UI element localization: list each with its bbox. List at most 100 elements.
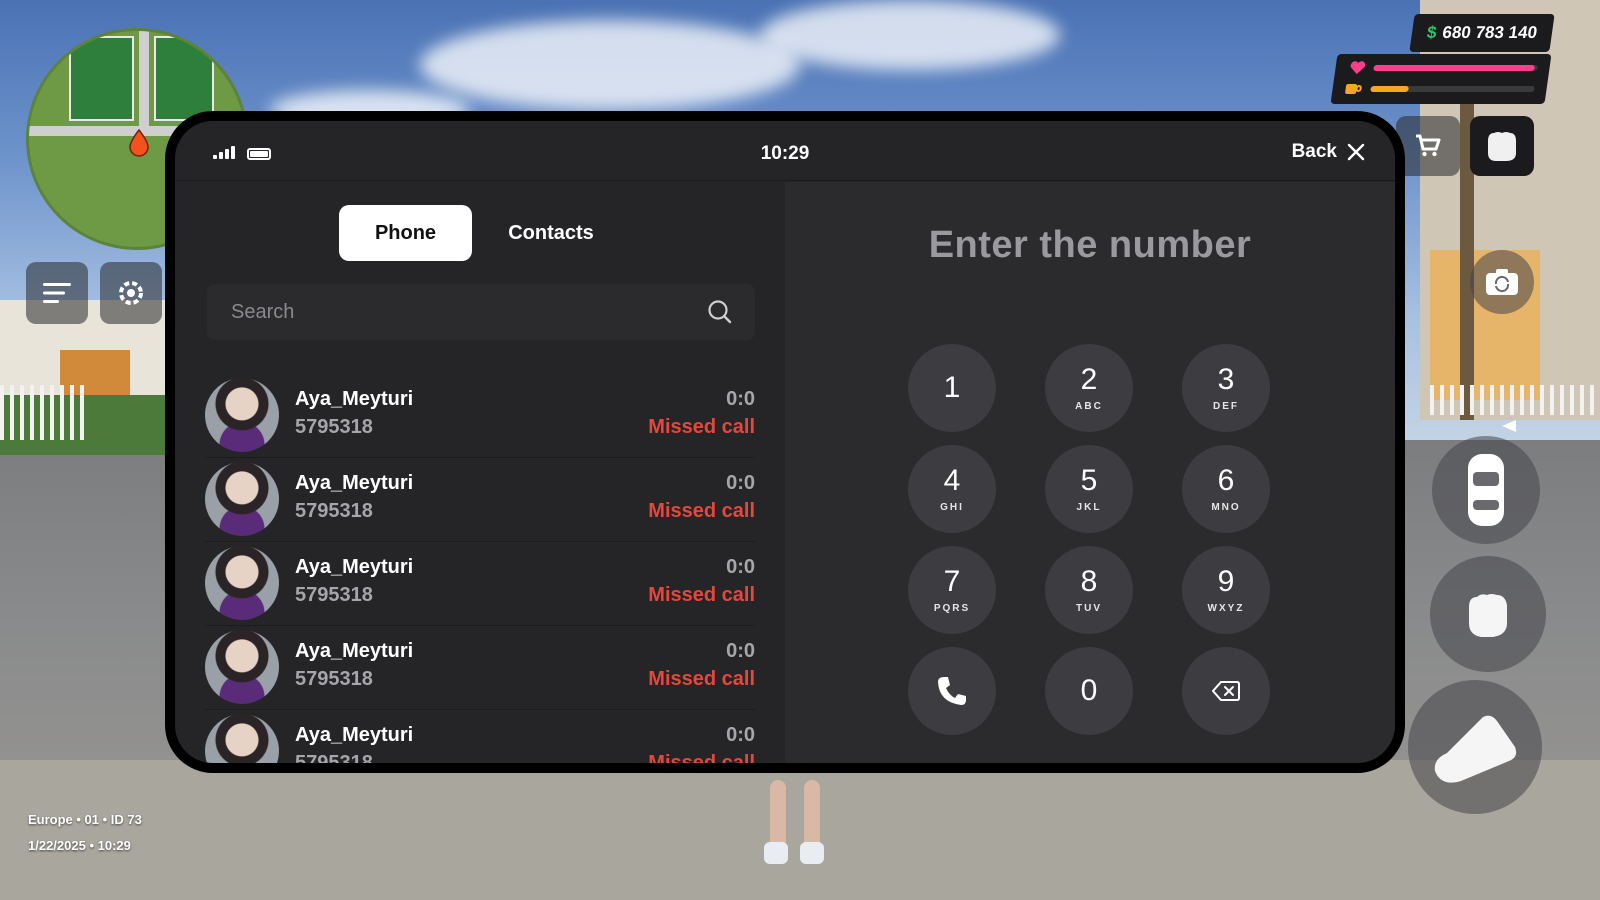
contact-avatar xyxy=(205,630,279,704)
call-button[interactable] xyxy=(908,647,996,735)
dollar-icon: $ xyxy=(1425,23,1438,42)
settings-button[interactable] xyxy=(100,262,162,324)
number-display: Enter the number xyxy=(928,224,1252,266)
direction-arrow-icon xyxy=(1502,420,1516,432)
money-display: $ 680 783 140 xyxy=(1409,14,1555,52)
call-status: Missed call xyxy=(648,416,755,438)
weapon-slot[interactable] xyxy=(1470,116,1534,176)
phone-icon xyxy=(938,677,966,705)
shop-button[interactable] xyxy=(1396,116,1460,176)
call-status: Missed call xyxy=(648,668,755,690)
fist-icon xyxy=(1488,132,1516,161)
call-duration: 0:0 xyxy=(726,640,755,662)
key-3[interactable]: 3 DEF xyxy=(1182,344,1270,432)
cloud xyxy=(760,0,1060,70)
call-list: Aya_Meyturi 5795318 0:0 Missed call Aya_… xyxy=(205,374,755,763)
phone-clock: 10:29 xyxy=(760,143,810,164)
phone-screen: 10:29 Back Phone Contacts Search Aya_Mey… xyxy=(175,121,1395,763)
key-digit: 1 xyxy=(943,371,961,404)
key-letters: GHI xyxy=(940,501,964,513)
server-info: Europe • 01 • ID 73 xyxy=(28,812,142,827)
tab-phone[interactable]: Phone xyxy=(339,205,472,261)
key-9[interactable]: 9 WXYZ xyxy=(1182,546,1270,634)
key-letters: ABC xyxy=(1075,400,1103,412)
call-log-item[interactable]: Aya_Meyturi 5795318 0:0 Missed call xyxy=(205,710,755,763)
key-2[interactable]: 2 ABC xyxy=(1045,344,1133,432)
call-status: Missed call xyxy=(648,752,755,763)
key-digit: 4 xyxy=(943,463,961,497)
key-7[interactable]: 7 PQRS xyxy=(908,546,996,634)
fence xyxy=(0,385,90,440)
key-8[interactable]: 8 TUV xyxy=(1045,546,1133,634)
camera-button[interactable] xyxy=(1470,250,1534,314)
key-1[interactable]: 1 xyxy=(908,344,996,432)
contact-avatar xyxy=(205,378,279,452)
hunger-bar xyxy=(1370,86,1536,92)
back-label: Back xyxy=(1291,141,1337,162)
call-status: Missed call xyxy=(648,584,755,606)
key-letters: DEF xyxy=(1213,400,1239,412)
key-digit: 9 xyxy=(1217,564,1235,598)
call-log-item[interactable]: Aya_Meyturi 5795318 0:0 Missed call xyxy=(205,458,755,542)
backspace-icon xyxy=(1212,681,1240,701)
sprint-button[interactable] xyxy=(1408,680,1542,814)
key-letters: MNO xyxy=(1211,501,1241,513)
caller-number: 5795318 xyxy=(295,752,373,763)
contact-avatar xyxy=(205,714,279,763)
call-log-pane: Phone Contacts Aya_Meyturi 5795318 0:0 M… xyxy=(175,182,785,763)
key-4[interactable]: 4 GHI xyxy=(908,445,996,533)
phone-status-bar: 10:29 Back xyxy=(175,121,1395,181)
key-5[interactable]: 5 JKL xyxy=(1045,445,1133,533)
caller-number: 5795318 xyxy=(295,500,373,522)
tab-contacts[interactable]: Contacts xyxy=(496,205,606,261)
key-digit: 8 xyxy=(1080,564,1098,598)
key-digit: 2 xyxy=(1080,362,1098,396)
caller-name: Aya_Meyturi xyxy=(295,388,414,410)
backspace-button[interactable] xyxy=(1182,647,1270,735)
call-log-item[interactable]: Aya_Meyturi 5795318 0:0 Missed call xyxy=(205,626,755,710)
key-letters: PQRS xyxy=(933,602,971,614)
heart-icon xyxy=(1350,61,1366,74)
key-letters: TUV xyxy=(1076,602,1102,614)
player-location-icon xyxy=(129,129,149,157)
vehicle-button[interactable] xyxy=(1432,436,1540,544)
food-icon xyxy=(1345,84,1362,94)
caller-number: 5795318 xyxy=(295,668,373,690)
dialer-pane: Enter the number 1 2 ABC 3 DEF 4 GHI 5 J… xyxy=(785,182,1395,763)
key-letters: WXYZ xyxy=(1207,602,1245,614)
gear-icon xyxy=(119,281,143,305)
player-stats xyxy=(1330,54,1552,104)
contact-avatar xyxy=(205,546,279,620)
call-log-item[interactable]: Aya_Meyturi 5795318 0:0 Missed call xyxy=(205,374,755,458)
player-character xyxy=(760,780,830,880)
call-status: Missed call xyxy=(648,500,755,522)
call-duration: 0:0 xyxy=(726,724,755,746)
key-digit: 7 xyxy=(943,564,961,598)
car-icon xyxy=(1468,454,1504,526)
punch-button[interactable] xyxy=(1430,556,1546,672)
menu-button[interactable] xyxy=(26,262,88,324)
key-6[interactable]: 6 MNO xyxy=(1182,445,1270,533)
caller-name: Aya_Meyturi xyxy=(295,724,414,746)
caller-number: 5795318 xyxy=(295,584,373,606)
key-digit: 5 xyxy=(1080,463,1098,497)
cloud xyxy=(420,20,800,110)
back-button[interactable]: Back xyxy=(1292,141,1365,163)
key-digit: 3 xyxy=(1217,362,1235,396)
key-digit: 6 xyxy=(1217,463,1235,497)
close-icon xyxy=(1347,143,1365,161)
call-duration: 0:0 xyxy=(726,556,755,578)
call-log-item[interactable]: Aya_Meyturi 5795318 0:0 Missed call xyxy=(205,542,755,626)
contact-avatar xyxy=(205,462,279,536)
fist-icon xyxy=(1469,594,1507,637)
money-amount: 680 783 140 xyxy=(1441,23,1539,42)
search-icon[interactable] xyxy=(707,299,733,325)
key-0[interactable]: 0 xyxy=(1045,647,1133,735)
search-input[interactable] xyxy=(207,284,755,340)
camera-switch-icon xyxy=(1486,269,1518,295)
search-box xyxy=(207,284,755,340)
key-letters: JKL xyxy=(1076,501,1102,513)
fence xyxy=(1430,385,1600,415)
phone: 10:29 Back Phone Contacts Search Aya_Mey… xyxy=(165,111,1405,773)
caller-number: 5795318 xyxy=(295,416,373,438)
